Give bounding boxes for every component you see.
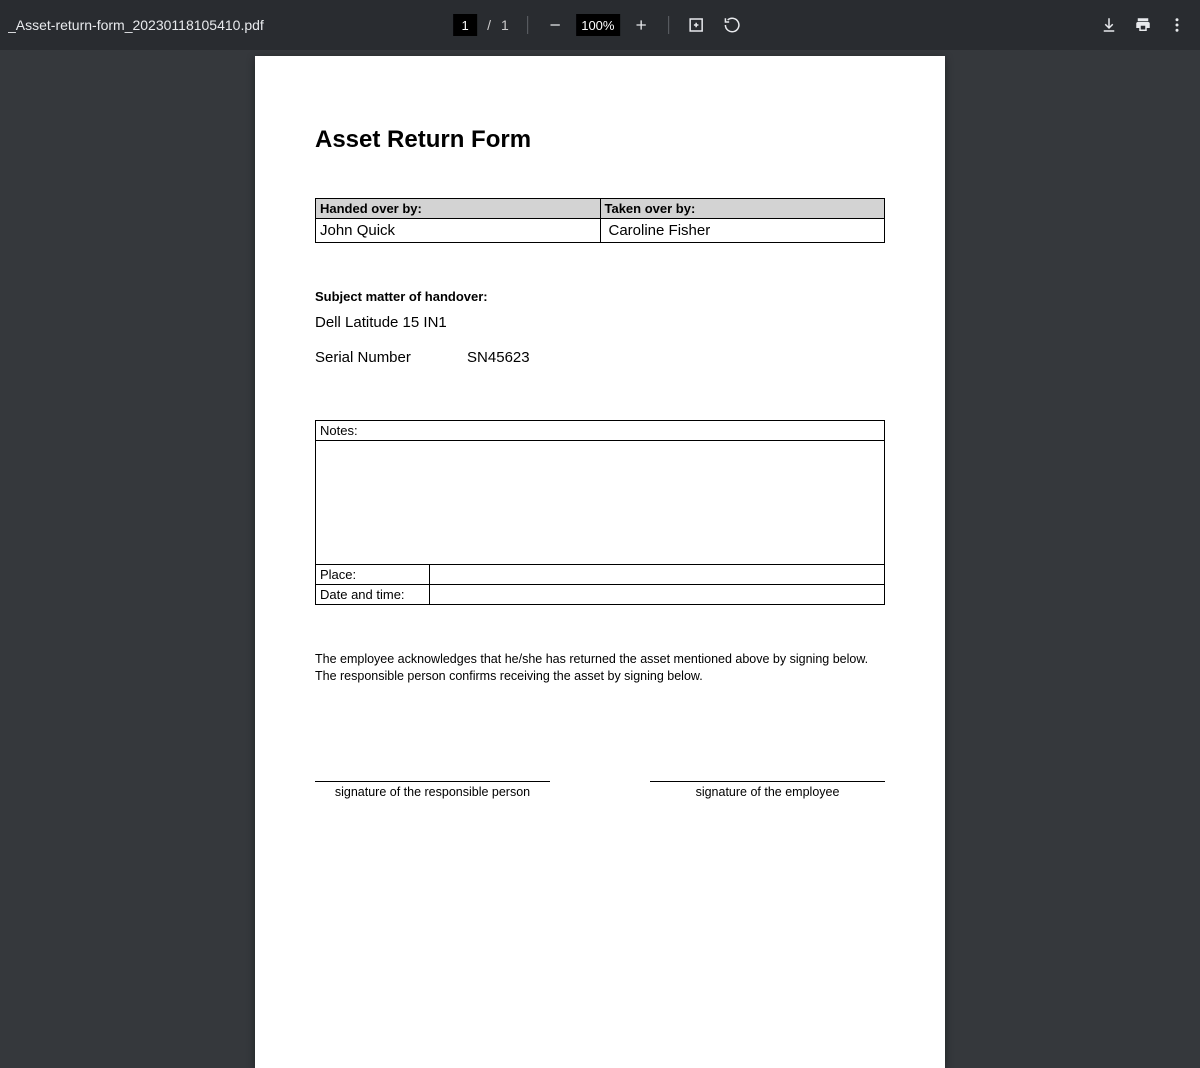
fit-page-icon	[687, 16, 705, 34]
pdf-toolbar: _Asset-return-form_20230118105410.pdf / …	[0, 0, 1200, 50]
asset-name: Dell Latitude 15 IN1	[315, 314, 885, 331]
rotate-button[interactable]	[717, 10, 747, 40]
page-separator: /	[487, 17, 491, 33]
subject-label: Subject matter of handover:	[315, 289, 885, 304]
signature-label-employee: signature of the employee	[650, 785, 885, 799]
date-value	[430, 585, 885, 605]
date-label: Date and time:	[316, 585, 430, 605]
acknowledgement-text: The employee acknowledges that he/she ha…	[315, 651, 885, 685]
signature-line	[650, 781, 885, 782]
taken-over-by-header: Taken over by:	[600, 199, 885, 219]
page-number-input[interactable]	[453, 14, 477, 36]
serial-label: Serial Number	[315, 349, 411, 366]
print-icon	[1134, 16, 1152, 34]
divider	[527, 16, 528, 34]
signature-block-employee: signature of the employee	[650, 781, 885, 799]
print-button[interactable]	[1128, 10, 1158, 40]
page-total: 1	[501, 17, 509, 33]
document-title: Asset Return Form	[315, 126, 885, 154]
notes-body	[316, 441, 885, 565]
fit-page-button[interactable]	[681, 10, 711, 40]
notes-label: Notes:	[316, 421, 885, 441]
signature-label-responsible: signature of the responsible person	[315, 785, 550, 799]
rotate-icon	[723, 16, 741, 34]
pdf-viewer[interactable]: Asset Return Form Handed over by: Taken …	[0, 50, 1200, 1068]
minus-icon	[547, 17, 563, 33]
zoom-in-button[interactable]	[626, 10, 656, 40]
toolbar-center: / 1	[453, 10, 747, 40]
toolbar-right	[1094, 10, 1192, 40]
place-label: Place:	[316, 565, 430, 585]
divider	[668, 16, 669, 34]
signature-line	[315, 781, 550, 782]
pdf-page: Asset Return Form Handed over by: Taken …	[255, 56, 945, 1068]
zoom-level-input[interactable]	[576, 14, 620, 36]
serial-value: SN45623	[467, 349, 530, 366]
zoom-out-button[interactable]	[540, 10, 570, 40]
handed-over-by-header: Handed over by:	[316, 199, 601, 219]
signature-block-responsible: signature of the responsible person	[315, 781, 550, 799]
more-vertical-icon	[1168, 16, 1186, 34]
notes-table: Notes: Place: Date and time:	[315, 420, 885, 605]
filename-label: _Asset-return-form_20230118105410.pdf	[8, 17, 264, 33]
handover-table: Handed over by: Taken over by: John Quic…	[315, 198, 885, 243]
more-menu-button[interactable]	[1162, 10, 1192, 40]
plus-icon	[633, 17, 649, 33]
handed-over-by-value: John Quick	[316, 219, 601, 243]
place-value	[430, 565, 885, 585]
serial-row: Serial Number SN45623	[315, 349, 885, 366]
signature-row: signature of the responsible person sign…	[315, 781, 885, 799]
download-icon	[1100, 16, 1118, 34]
taken-over-by-value: Caroline Fisher	[600, 219, 885, 243]
download-button[interactable]	[1094, 10, 1124, 40]
